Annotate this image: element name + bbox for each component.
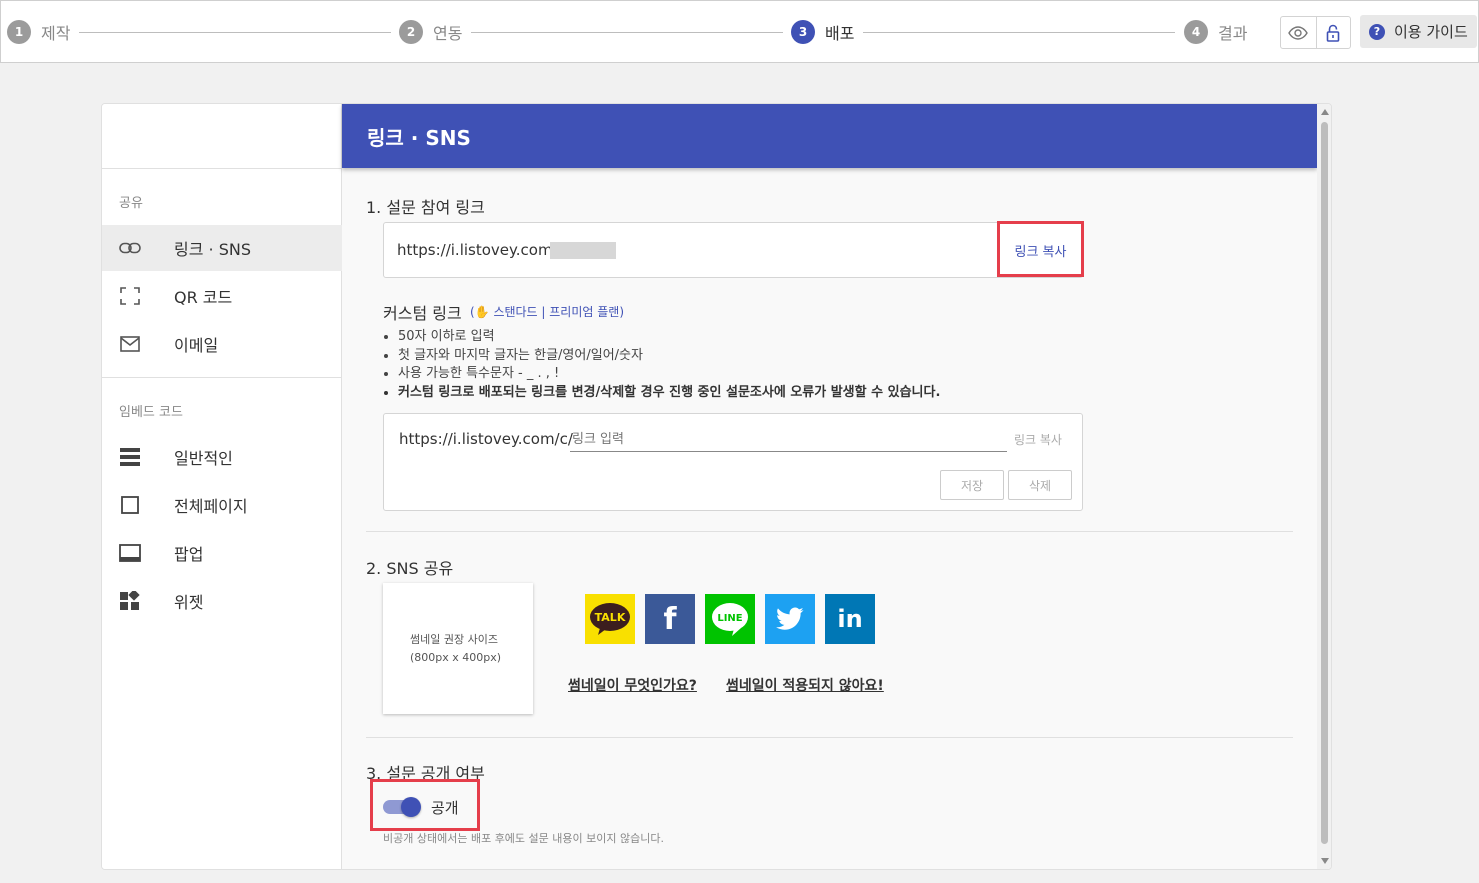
kakaotalk-icon: TALK: [590, 603, 630, 635]
linkedin-icon: in: [837, 605, 863, 633]
widget-icon: [119, 591, 141, 611]
guide-button[interactable]: ? 이용 가이드: [1360, 15, 1477, 48]
step-1[interactable]: 1 제작: [7, 19, 70, 45]
kakaotalk-text: TALK: [595, 611, 626, 624]
step-4[interactable]: 4 결과: [1184, 19, 1247, 45]
line-button[interactable]: LINE: [705, 594, 755, 644]
scrollbar[interactable]: [1317, 104, 1331, 869]
rule-item-warning: 커스텀 링크로 배포되는 링크를 변경/삭제할 경우 진행 중인 설문조사에 오…: [398, 384, 940, 403]
rule-item: 사용 가능한 특수문자 - _ . , !: [398, 365, 940, 384]
sidebar-item-popup[interactable]: 팝업: [102, 530, 342, 576]
preview-button[interactable]: [1281, 17, 1316, 48]
lock-icon: [1326, 24, 1340, 42]
sidebar-item-label: 링크 · SNS: [174, 240, 251, 259]
kakaotalk-button[interactable]: TALK: [585, 594, 635, 644]
divider: [102, 377, 342, 378]
help-link-thumbnail-not-applied[interactable]: 썸네일이 적용되지 않아요!: [726, 675, 884, 695]
step-label: 제작: [41, 24, 71, 43]
custom-copy-button[interactable]: 링크 복사: [1014, 431, 1062, 448]
delete-button[interactable]: 삭제: [1008, 470, 1072, 500]
link-icon: [119, 238, 141, 258]
step-number: 3: [791, 20, 815, 44]
facebook-icon: f: [663, 601, 677, 637]
sidebar-item-email[interactable]: 이메일: [102, 321, 342, 367]
divider: [102, 168, 342, 169]
mail-icon: [119, 334, 141, 354]
popup-icon: [119, 543, 141, 563]
help-link-what-is-thumbnail[interactable]: 썸네일이 무엇인가요?: [568, 675, 697, 695]
twitter-icon: [776, 607, 804, 630]
scrollbar-thumb[interactable]: [1321, 122, 1328, 844]
scroll-down-arrow-icon[interactable]: [1321, 858, 1329, 864]
facebook-button[interactable]: f: [645, 594, 695, 644]
sidebar-item-label: 팝업: [174, 545, 204, 564]
sidebar-item-label: 전체페이지: [174, 497, 248, 516]
deploy-panel: 공유 링크 · SNS QR 코드 이메일 임베드 코드 일반적인 전체페이지 …: [101, 103, 1332, 870]
step-3[interactable]: 3 배포: [791, 19, 854, 45]
thumbnail-size-dims: (800px x 400px): [410, 651, 502, 664]
thumbnail-size-text: 썸네일 권장 사이즈: [410, 633, 498, 646]
sidebar-item-label: QR 코드: [174, 288, 233, 307]
linkedin-button[interactable]: in: [825, 594, 875, 644]
highlight-box: [997, 221, 1084, 277]
step-label: 결과: [1218, 24, 1248, 43]
step-connector: [79, 32, 391, 33]
preview-lock-group: [1280, 16, 1351, 49]
sidebar-item-label: 위젯: [174, 593, 204, 612]
step-number: 2: [399, 20, 423, 44]
eye-icon: [1288, 25, 1309, 40]
sidebar-item-label: 이메일: [174, 336, 219, 355]
sidebar-item-link-sns[interactable]: 링크 · SNS: [102, 225, 342, 271]
line-text: LINE: [717, 613, 742, 624]
sidebar-item-qr[interactable]: QR 코드: [102, 273, 342, 319]
highlight-box: [370, 779, 480, 831]
custom-link-rules: 50자 이하로 입력 첫 글자와 마지막 글자는 한글/영어/일어/숫자 사용 …: [398, 328, 940, 402]
sidebar-item-general[interactable]: 일반적인: [102, 434, 342, 480]
redacted-url-part: [550, 242, 616, 259]
thumbnail-upload[interactable]: 썸네일 권장 사이즈 (800px x 400px): [383, 583, 533, 714]
divider: [366, 737, 1293, 738]
survey-link-box: https://i.listovey.com/ 링크 복사: [383, 222, 1083, 278]
help-icon: ?: [1369, 23, 1385, 40]
qr-icon: [119, 286, 141, 306]
custom-link-box: https://i.listovey.com/c/ 링크 복사 저장 삭제: [383, 413, 1083, 511]
content-area: 링크 · SNS 1. 설문 참여 링크 https://i.listovey.…: [342, 104, 1317, 869]
line-icon: LINE: [712, 603, 748, 636]
step-connector: [863, 32, 1175, 33]
step-number: 1: [7, 20, 31, 44]
visibility-hint: 비공개 상태에서는 배포 후에도 설문 내용이 보이지 않습니다.: [383, 832, 664, 845]
custom-link-prefix: https://i.listovey.com/c/: [399, 430, 573, 448]
page-title: 링크 · SNS: [342, 104, 1317, 168]
step-label: 연동: [433, 24, 463, 43]
step-connector: [471, 32, 783, 33]
sidebar-item-widget[interactable]: 위젯: [102, 578, 342, 624]
sidebar-item-label: 일반적인: [174, 449, 233, 468]
section-label-share: 공유: [119, 196, 143, 211]
step-2[interactable]: 2 연동: [399, 19, 462, 45]
section-title: 1. 설문 참여 링크: [366, 198, 485, 217]
list-icon: [119, 447, 141, 467]
custom-link-input[interactable]: [570, 428, 1007, 452]
save-button[interactable]: 저장: [940, 470, 1004, 500]
survey-link-url[interactable]: https://i.listovey.com/: [397, 241, 558, 259]
section-label-embed: 임베드 코드: [119, 405, 183, 420]
guide-label: 이용 가이드: [1394, 23, 1468, 41]
sidebar-item-fullpage[interactable]: 전체페이지: [102, 482, 342, 528]
lock-button[interactable]: [1315, 17, 1351, 48]
step-number: 4: [1184, 20, 1208, 44]
twitter-button[interactable]: [765, 594, 815, 644]
fullpage-icon: [119, 495, 141, 515]
stepper-bar: 1 제작 2 연동 3 배포 4 결과 ? 이용 가이드: [0, 0, 1479, 63]
plan-tag[interactable]: (✋ 스탠다드 | 프리미엄 플랜): [470, 303, 624, 320]
divider: [366, 531, 1293, 532]
sidebar: 공유 링크 · SNS QR 코드 이메일 임베드 코드 일반적인 전체페이지 …: [102, 104, 342, 869]
rule-item: 50자 이하로 입력: [398, 328, 940, 347]
custom-link-title: 커스텀 링크: [383, 304, 462, 323]
step-label: 배포: [825, 24, 855, 43]
scroll-up-arrow-icon[interactable]: [1321, 109, 1329, 115]
rule-item: 첫 글자와 마지막 글자는 한글/영어/일어/숫자: [398, 347, 940, 366]
section-title: 2. SNS 공유: [366, 559, 454, 578]
